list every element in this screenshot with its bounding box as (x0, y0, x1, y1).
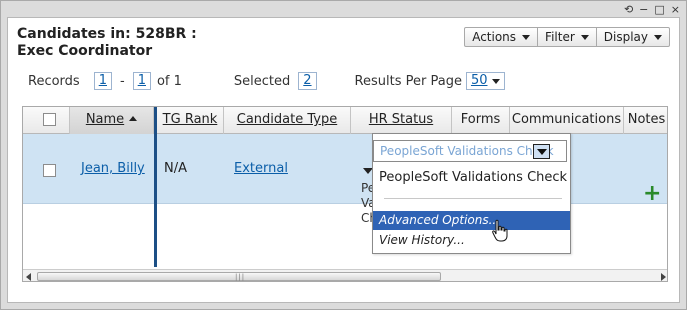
column-name-label: Name (85, 112, 125, 127)
actions-label: Actions (472, 30, 517, 44)
filter-menu-button[interactable]: Filter (538, 28, 597, 46)
page-title: Candidates in: 528BR : Exec Coordinator (17, 26, 197, 59)
results-per-page-label: Results Per Page (354, 73, 462, 89)
scrollbar-thumb[interactable]: ||| (37, 272, 441, 281)
close-icon[interactable]: × (671, 4, 680, 16)
scroll-left-icon[interactable] (26, 273, 31, 281)
refresh-icon[interactable]: ⟲ (624, 4, 633, 16)
frozen-column-divider (154, 107, 157, 267)
results-per-page-select[interactable]: 50 (465, 72, 505, 90)
tg-rank-value: N/A (164, 161, 187, 176)
filter-label: Filter (545, 30, 575, 44)
column-header-name[interactable]: Name (70, 107, 154, 134)
hr-status-select[interactable]: PeopleSoft Validations Check (373, 140, 567, 162)
chevron-down-icon (491, 79, 500, 84)
display-menu-button[interactable]: Display (597, 28, 669, 46)
records-dash: - (119, 73, 125, 89)
selected-count-link[interactable]: 2 (298, 72, 317, 90)
records-label: Records (28, 73, 80, 89)
minimize-icon[interactable]: − (639, 4, 648, 16)
results-per-page-value: 50 (470, 73, 488, 88)
column-header-notes: Notes (627, 112, 666, 127)
column-header-communications: Communications (510, 107, 624, 134)
selected-label: Selected (233, 73, 291, 89)
chevron-down-icon (537, 149, 547, 155)
toolbar: Actions Filter Display (464, 27, 670, 47)
select-all-cell (23, 107, 70, 134)
maximize-icon[interactable]: □ (654, 4, 664, 16)
candidate-type-link[interactable]: External (234, 134, 288, 204)
column-header-tg-rank[interactable]: TG Rank (157, 107, 224, 134)
records-to-link[interactable]: 1 (132, 72, 151, 90)
menu-divider (384, 198, 562, 199)
column-header-candidate-type[interactable]: Candidate Type (224, 107, 351, 134)
records-from-link[interactable]: 1 (93, 72, 112, 90)
horizontal-scrollbar[interactable]: ||| (23, 269, 667, 281)
chevron-down-icon (654, 34, 662, 40)
row-checkbox[interactable] (43, 164, 56, 177)
hr-status-popup: PeopleSoft Validations Check PeopleSoft … (372, 133, 571, 254)
actions-menu-button[interactable]: Actions (465, 28, 539, 46)
select-dropdown-button[interactable] (533, 144, 550, 159)
window: ⟲ − □ × Candidates in: 528BR : Exec Coor… (0, 0, 687, 310)
candidates-panel: Candidates in: 528BR : Exec Coordinator … (7, 17, 680, 303)
display-label: Display (603, 30, 648, 44)
pager: Records 1 - 1 of 1 Selected 2 Results Pe… (28, 71, 505, 91)
add-note-icon[interactable]: + (643, 183, 661, 205)
view-history-menu-item[interactable]: View History... (373, 231, 570, 250)
candidate-name-link[interactable]: Jean, Billy (81, 134, 145, 204)
hr-status-option[interactable]: PeopleSoft Validations Check (379, 170, 567, 185)
records-total: of 1 (156, 73, 182, 89)
table-header: Name TG Rank Candidate Type HR Status Fo… (23, 107, 667, 134)
column-header-hr-status[interactable]: HR Status (351, 107, 452, 134)
chevron-down-icon (522, 34, 531, 40)
chevron-down-icon (580, 34, 589, 40)
sort-ascending-icon (129, 116, 138, 121)
hr-status-select-value: PeopleSoft Validations Check (380, 144, 554, 158)
hand-cursor-icon (492, 219, 508, 242)
window-controls: ⟲ − □ × (624, 3, 680, 17)
select-all-checkbox[interactable] (43, 113, 56, 126)
table-row: Jean, Billy N/A External PeoVaCh + (23, 134, 667, 225)
grip-icon: ||| (235, 273, 246, 281)
scroll-right-icon[interactable] (661, 273, 666, 281)
column-header-forms: Forms (452, 107, 510, 134)
advanced-options-menu-item[interactable]: Advanced Options... (373, 211, 570, 230)
candidates-table: Name TG Rank Candidate Type HR Status Fo… (22, 106, 668, 282)
